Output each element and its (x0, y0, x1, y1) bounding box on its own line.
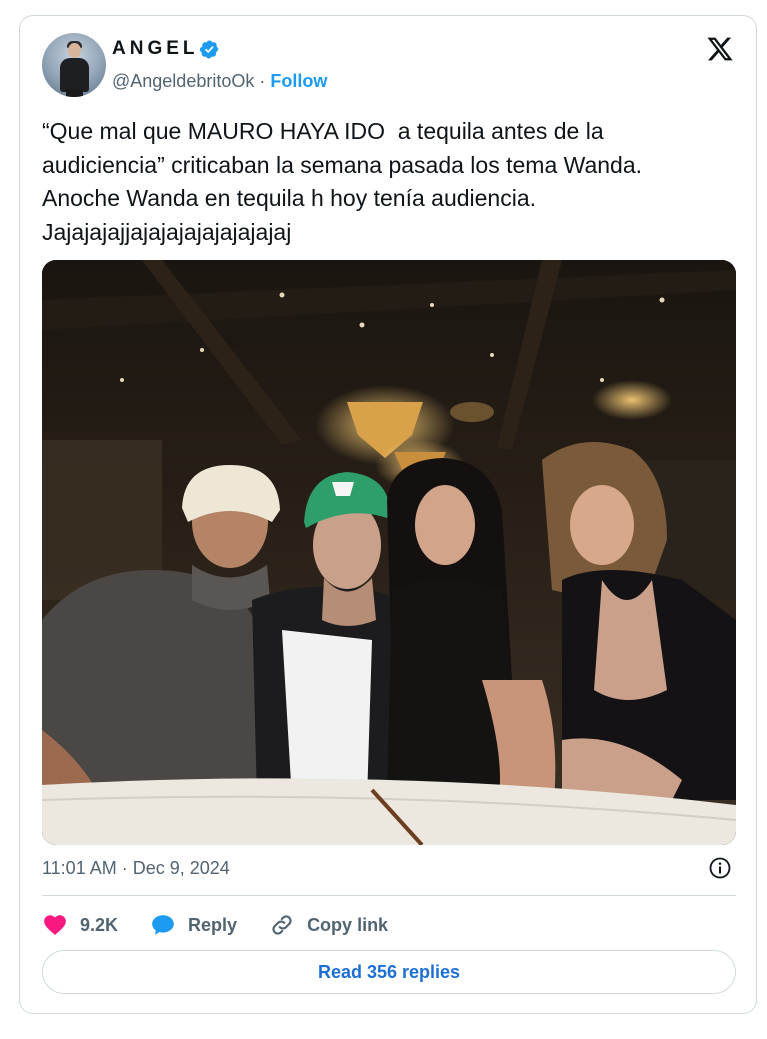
verified-badge-icon (199, 40, 218, 58)
tweet-timestamp[interactable]: 11:01 AM · Dec 9, 2024 (42, 858, 230, 879)
reply-label: Reply (188, 914, 238, 935)
link-icon (272, 915, 292, 935)
photo-scene (42, 260, 736, 845)
copy-link-button[interactable]: Copy link (269, 912, 388, 938)
author-handle-row: @AngeldebritoOk · Follow (112, 71, 327, 92)
tweet-card: ANGEL @AngeldebritoOk · Follow “Que mal … (19, 15, 757, 1014)
read-replies-button[interactable]: Read 356 replies (42, 950, 736, 994)
copy-link-label: Copy link (307, 914, 389, 935)
speech-bubble-icon (152, 915, 174, 935)
x-logo-icon[interactable] (705, 35, 735, 63)
author-handle[interactable]: @AngeldebritoOk (112, 71, 254, 91)
divider (42, 895, 736, 896)
follow-button[interactable]: Follow (270, 71, 327, 91)
avatar-head (68, 43, 81, 58)
reply-button[interactable]: Reply (150, 912, 237, 938)
author-name-row[interactable]: ANGEL (112, 38, 220, 60)
avatar-legs (66, 89, 83, 97)
tweet-photo[interactable] (42, 260, 736, 845)
avatar[interactable] (42, 33, 106, 97)
author-display-name[interactable]: ANGEL (112, 38, 199, 60)
handle-separator: · (254, 71, 271, 91)
like-count: 9.2K (80, 914, 119, 935)
info-icon[interactable] (708, 856, 732, 880)
heart-icon (44, 915, 66, 935)
action-bar: 9.2K Reply Copy link (42, 908, 420, 942)
like-button[interactable]: 9.2K (42, 912, 118, 938)
avatar-suit (60, 58, 89, 92)
tweet-text: “Que mal que MAURO HAYA IDO a tequila an… (42, 118, 643, 245)
